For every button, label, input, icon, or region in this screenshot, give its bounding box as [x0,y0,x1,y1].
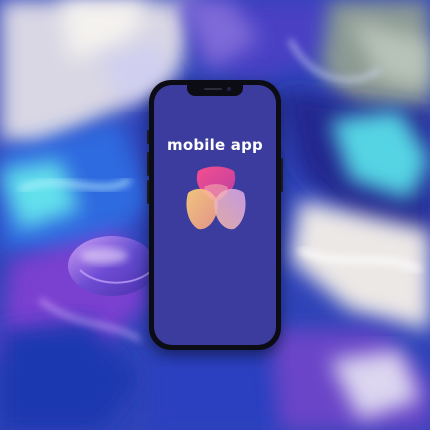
notch [187,85,243,96]
petal-flower-icon [186,166,246,230]
phone-screen: mobile app [154,85,276,345]
front-camera-icon [227,87,231,91]
speaker-grille [204,88,222,90]
phone-mockup: mobile app [147,80,283,350]
app-title: mobile app [167,136,263,154]
mute-switch [147,130,149,144]
volume-up-button [147,152,149,176]
volume-down-button [147,180,149,204]
power-button [281,158,283,192]
